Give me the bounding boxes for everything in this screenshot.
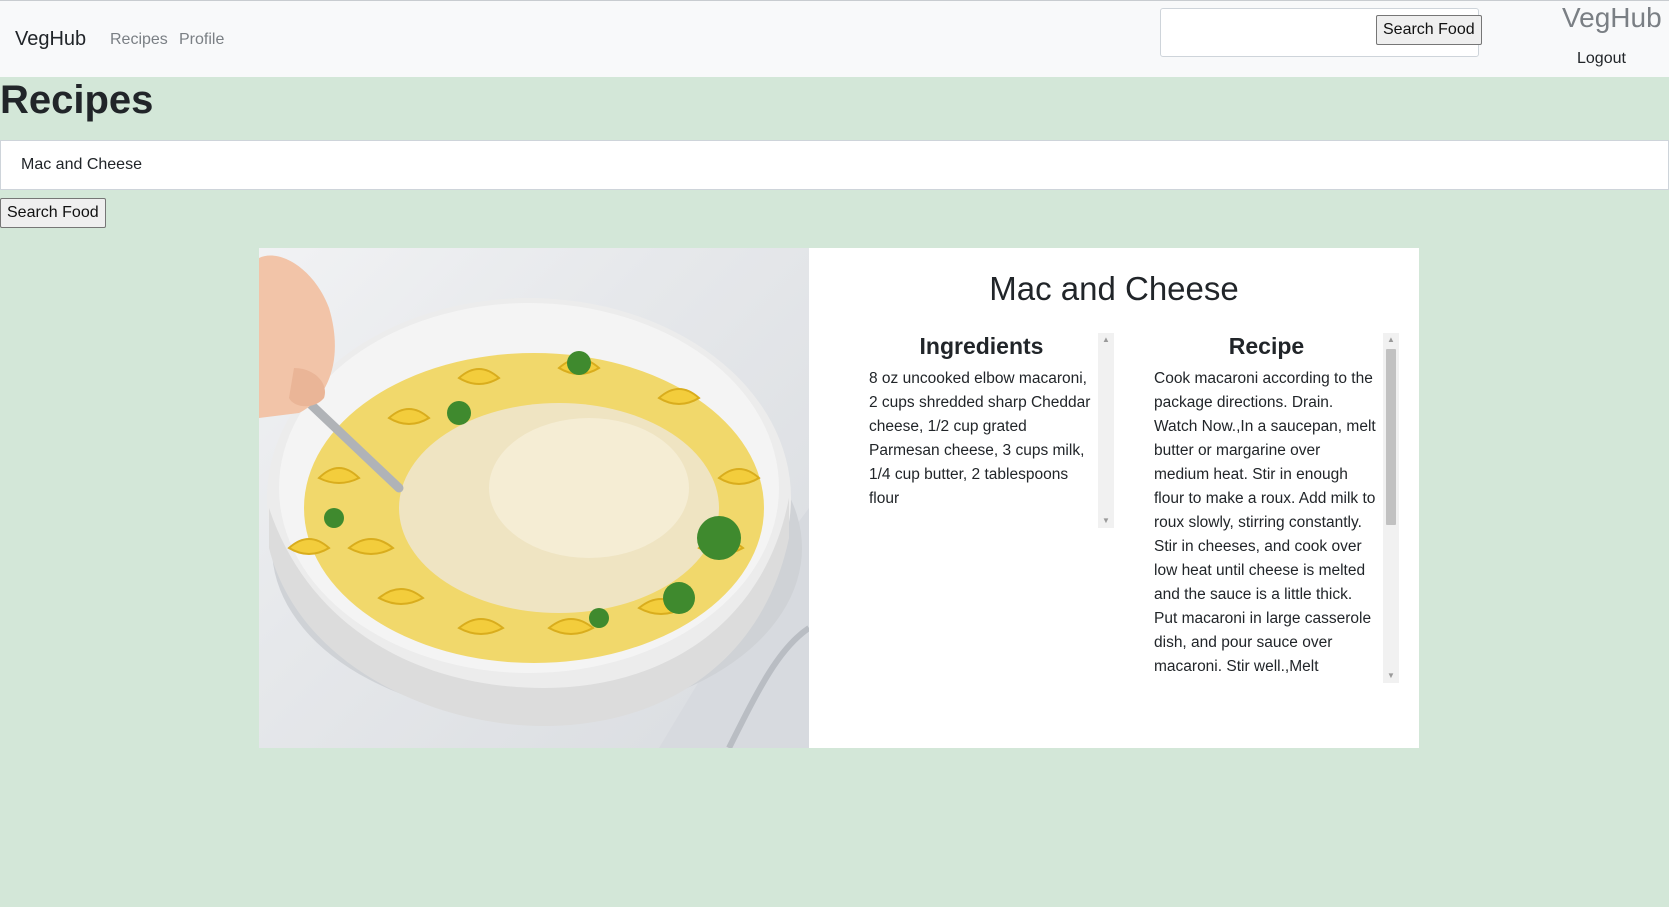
recipe-search-input[interactable] [0,140,1669,190]
nav-link-recipes[interactable]: Recipes [110,31,168,49]
logout-link[interactable]: Logout [1577,50,1626,68]
navbar-right-title: VegHub [1562,2,1662,33]
scroll-up-arrow-icon[interactable]: ▲ [1098,333,1114,347]
recipe-scroll-thumb[interactable] [1386,349,1396,525]
recipe-search-button[interactable]: Search Food [0,198,106,228]
scroll-down-arrow-icon[interactable]: ▼ [1098,514,1114,528]
navbar: VegHub Recipes Profile Search Food VegHu… [0,0,1669,77]
recipe-scrollbar[interactable]: ▲ ▼ [1383,333,1399,683]
mac-and-cheese-image-icon [259,255,809,748]
nav-link-profile[interactable]: Profile [179,31,224,49]
recipe-image [259,248,809,748]
page-title: Recipes [0,78,154,122]
scroll-down-arrow-icon[interactable]: ▼ [1383,669,1399,683]
navbar-brand[interactable]: VegHub [15,28,86,51]
recipe-card: Mac and Cheese Ingredients 8 oz uncooked… [259,248,1419,748]
ingredients-heading: Ingredients [919,333,1044,359]
scroll-up-arrow-icon[interactable]: ▲ [1383,333,1399,347]
recipe-heading: Recipe [1228,333,1305,359]
ingredients-text: 8 oz uncooked elbow macaroni, 2 cups shr… [869,370,1091,507]
recipe-section[interactable]: Recipe Cook macaroni according to the pa… [1154,333,1399,683]
ingredients-scrollbar[interactable]: ▲ ▼ [1098,333,1114,528]
navbar-search-button[interactable]: Search Food [1376,15,1482,45]
recipe-title: Mac and Cheese [989,270,1239,307]
recipe-instructions-text: Cook macaroni according to the package d… [1154,370,1376,675]
ingredients-section[interactable]: Ingredients 8 oz uncooked elbow macaroni… [869,333,1114,528]
navbar-search-input[interactable] [1164,13,1374,51]
